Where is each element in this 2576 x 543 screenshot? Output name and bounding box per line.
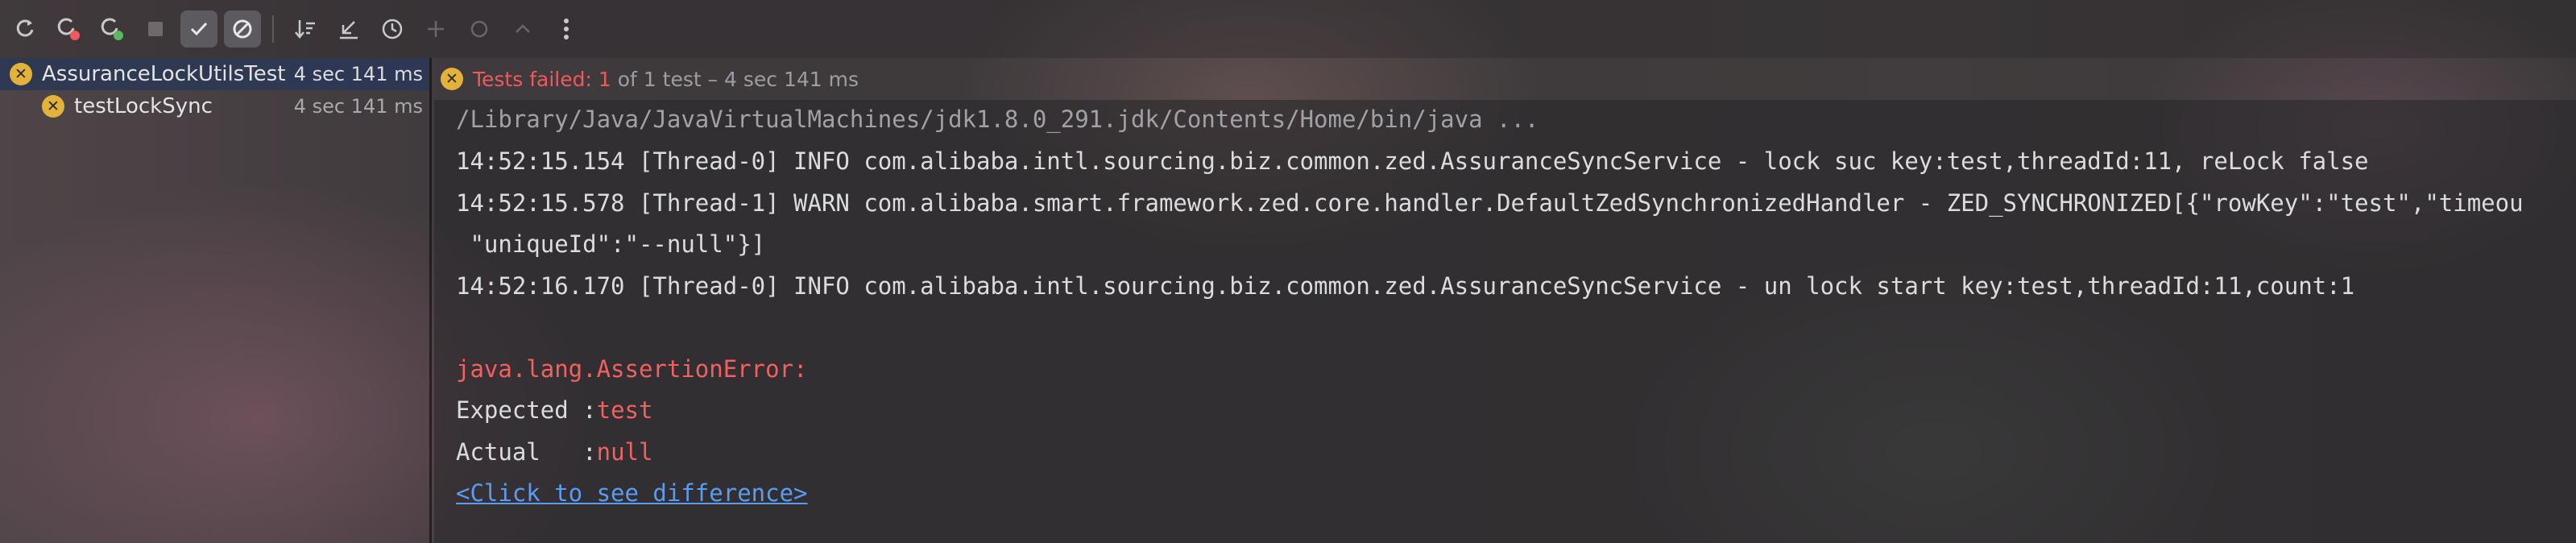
test-class-name: AssuranceLockUtilsTest [42,62,286,86]
expected-label: Expected : [456,396,597,424]
test-runner-window: ✕ AssuranceLockUtilsTest (c 4 sec 141 ms… [0,0,2576,543]
test-tree-panel: ✕ AssuranceLockUtilsTest (c 4 sec 141 ms… [0,58,432,543]
log-line: 14:52:15.578 [Thread-1] WARN com.alibaba… [456,189,2524,217]
sort-alphabetically-icon[interactable] [287,10,324,48]
previous-failed-icon[interactable] [504,10,541,48]
toggle-auto-test-icon[interactable] [93,10,130,48]
status-failed-icon: ✕ [441,68,463,90]
actual-label: Actual : [456,438,597,466]
rerun-failed-icon[interactable] [50,10,87,48]
test-failed-icon: ✕ [10,63,32,85]
test-failed-icon: ✕ [42,95,64,118]
show-ignored-icon[interactable] [224,10,261,48]
java-command-line: /Library/Java/JavaVirtualMachines/jdk1.8… [456,106,1539,133]
test-method-name: testLockSync [74,94,213,118]
expected-value: test [596,396,653,424]
test-class-duration: 4 sec 141 ms [288,63,423,85]
tree-item-test-method[interactable]: ✕ testLockSync 4 sec 141 ms [0,90,429,122]
show-passed-icon[interactable] [180,10,217,48]
test-runner-toolbar [0,0,2576,58]
more-options-icon[interactable] [548,10,585,48]
tree-item-test-class[interactable]: ✕ AssuranceLockUtilsTest (c 4 sec 141 ms [0,58,429,90]
log-line-continuation: "uniqueId":"--null"}] [456,230,766,258]
test-status-bar: ✕ Tests failed: 1 of 1 test – 4 sec 141 … [434,58,2576,100]
actual-line: Actual :null [456,437,652,466]
toolbar-separator [272,15,274,43]
actual-value: null [596,438,653,466]
test-history-icon[interactable] [374,10,411,48]
log-line: 14:52:16.170 [Thread-0] INFO com.alibaba… [456,272,2355,300]
log-line: 14:52:15.154 [Thread-0] INFO com.alibaba… [456,147,2369,175]
stop-icon[interactable] [137,10,174,48]
see-difference-link[interactable]: <Click to see difference> [456,479,808,508]
expand-all-icon[interactable] [417,10,454,48]
expected-line: Expected :test [456,396,652,425]
tests-summary-text: of 1 test – 4 sec 141 ms [617,67,859,91]
tests-failed-text: Tests failed: 1 [473,67,611,91]
collapse-all-icon[interactable] [461,10,498,48]
import-tests-icon[interactable] [330,10,367,48]
console-output[interactable]: /Library/Java/JavaVirtualMachines/jdk1.8… [434,100,2576,543]
assertion-error-title: java.lang.AssertionError: [456,355,808,383]
test-method-duration: 4 sec 141 ms [293,95,423,118]
console-panel: ✕ Tests failed: 1 of 1 test – 4 sec 141 … [434,58,2576,543]
rerun-icon[interactable] [6,10,43,48]
